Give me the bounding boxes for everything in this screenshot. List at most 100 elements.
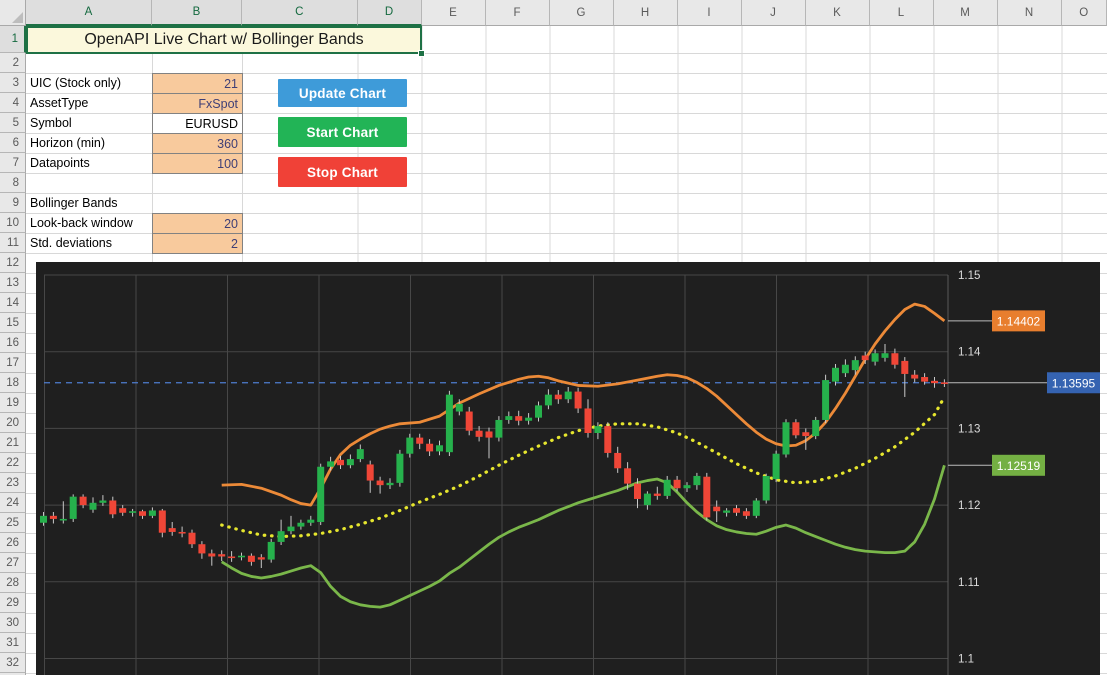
chart-background xyxy=(36,262,1100,675)
candle-body-up xyxy=(99,500,106,502)
candle-body-down xyxy=(179,532,186,534)
row-header-16[interactable]: 16 xyxy=(0,333,26,353)
candle-body-up xyxy=(288,527,295,532)
row-header-12[interactable]: 12 xyxy=(0,253,26,273)
select-all-corner[interactable] xyxy=(0,0,26,26)
input-datapoints[interactable]: 100 xyxy=(152,153,243,174)
column-header-H[interactable]: H xyxy=(614,0,678,26)
row-header-2[interactable]: 2 xyxy=(0,53,26,73)
candle-body-up xyxy=(594,426,601,433)
candle-body-up xyxy=(347,459,354,465)
row-header-27[interactable]: 27 xyxy=(0,553,26,573)
column-header-O[interactable]: O xyxy=(1062,0,1107,26)
column-header-B[interactable]: B xyxy=(152,0,242,26)
row-header-4[interactable]: 4 xyxy=(0,93,26,113)
candle-body-up xyxy=(90,503,97,510)
start-chart-button[interactable]: Start Chart xyxy=(278,117,407,147)
candle-body-up xyxy=(872,353,879,361)
candle-body-up xyxy=(307,520,314,523)
column-header-G[interactable]: G xyxy=(550,0,614,26)
row-header-9[interactable]: 9 xyxy=(0,193,26,213)
row-header-26[interactable]: 26 xyxy=(0,533,26,553)
candle-body-up xyxy=(882,353,889,358)
row-header-13[interactable]: 13 xyxy=(0,273,26,293)
candle-body-down xyxy=(367,464,374,480)
row-header-29[interactable]: 29 xyxy=(0,593,26,613)
candle-body-up xyxy=(406,438,413,454)
cell-symbol[interactable]: EURUSD xyxy=(152,113,243,134)
input-assettype[interactable]: FxSpot xyxy=(152,93,243,114)
row-header-1[interactable]: 1 xyxy=(0,26,26,53)
column-header-F[interactable]: F xyxy=(486,0,550,26)
row-header-15[interactable]: 15 xyxy=(0,313,26,333)
candle-body-up xyxy=(396,454,403,483)
column-header-I[interactable]: I xyxy=(678,0,742,26)
column-header-M[interactable]: M xyxy=(934,0,998,26)
column-header-L[interactable]: L xyxy=(870,0,934,26)
row-header-28[interactable]: 28 xyxy=(0,573,26,593)
column-header-E[interactable]: E xyxy=(422,0,486,26)
candle-body-up xyxy=(317,467,324,522)
row-header-31[interactable]: 31 xyxy=(0,633,26,653)
candle-body-down xyxy=(585,408,592,433)
column-header-A[interactable]: A xyxy=(26,0,152,26)
update-chart-button[interactable]: Update Chart xyxy=(278,79,407,107)
column-header-K[interactable]: K xyxy=(806,0,870,26)
candle-body-up xyxy=(832,368,839,382)
row-header-19[interactable]: 19 xyxy=(0,393,26,413)
row-header-3[interactable]: 3 xyxy=(0,73,26,93)
row-header-21[interactable]: 21 xyxy=(0,433,26,453)
column-header-N[interactable]: N xyxy=(998,0,1062,26)
column-header-C[interactable]: C xyxy=(242,0,358,26)
row-header-8[interactable]: 8 xyxy=(0,173,26,193)
row-header-24[interactable]: 24 xyxy=(0,493,26,513)
row-header-6[interactable]: 6 xyxy=(0,133,26,153)
candle-body-down xyxy=(624,468,631,483)
chart-object[interactable]: 1.151.141.131.121.111.11.144021.135951.1… xyxy=(36,262,1100,675)
row-header-20[interactable]: 20 xyxy=(0,413,26,433)
candle-body-down xyxy=(337,460,344,465)
input-horizon[interactable]: 360 xyxy=(152,133,243,154)
row-header-18[interactable]: 18 xyxy=(0,373,26,393)
row-header-30[interactable]: 30 xyxy=(0,613,26,633)
candle-body-up xyxy=(773,454,780,479)
row-header-10[interactable]: 10 xyxy=(0,213,26,233)
candle-body-down xyxy=(941,382,948,384)
column-header-J[interactable]: J xyxy=(742,0,806,26)
candle-body-down xyxy=(109,500,116,514)
input-uic[interactable]: 21 xyxy=(152,73,243,94)
stop-chart-button[interactable]: Stop Chart xyxy=(278,157,407,187)
candle-body-up xyxy=(40,516,47,523)
row-header-22[interactable]: 22 xyxy=(0,453,26,473)
row-header-5[interactable]: 5 xyxy=(0,113,26,133)
input-lookback[interactable]: 20 xyxy=(152,213,243,234)
input-stddev[interactable]: 2 xyxy=(152,233,243,254)
candle-body-up xyxy=(278,531,285,542)
candle-body-down xyxy=(426,444,433,452)
candle-body-up xyxy=(456,404,463,412)
candle-body-up xyxy=(565,392,572,400)
candle-body-down xyxy=(555,395,562,400)
candle-body-up xyxy=(664,480,671,496)
candle-body-down xyxy=(703,477,710,518)
row-header-14[interactable]: 14 xyxy=(0,293,26,313)
title-cell[interactable]: OpenAPI Live Chart w/ Bollinger Bands xyxy=(26,26,422,54)
row-header-32[interactable]: 32 xyxy=(0,653,26,673)
candle-body-up xyxy=(495,420,502,438)
selection-fill-handle[interactable] xyxy=(418,50,425,57)
candle-body-down xyxy=(486,431,493,437)
column-header-D[interactable]: D xyxy=(358,0,422,26)
candle-body-up xyxy=(446,395,453,453)
row-header-23[interactable]: 23 xyxy=(0,473,26,493)
candle-body-down xyxy=(802,432,809,436)
row-header-11[interactable]: 11 xyxy=(0,233,26,253)
select-all-triangle-icon xyxy=(12,12,23,23)
candle-body-down xyxy=(921,377,928,382)
candle-body-down xyxy=(169,528,176,532)
candle-body-down xyxy=(476,431,483,437)
row-header-7[interactable]: 7 xyxy=(0,153,26,173)
row-header-25[interactable]: 25 xyxy=(0,513,26,533)
candle-body-down xyxy=(198,544,205,553)
row-header-17[interactable]: 17 xyxy=(0,353,26,373)
candle-body-down xyxy=(515,416,522,421)
